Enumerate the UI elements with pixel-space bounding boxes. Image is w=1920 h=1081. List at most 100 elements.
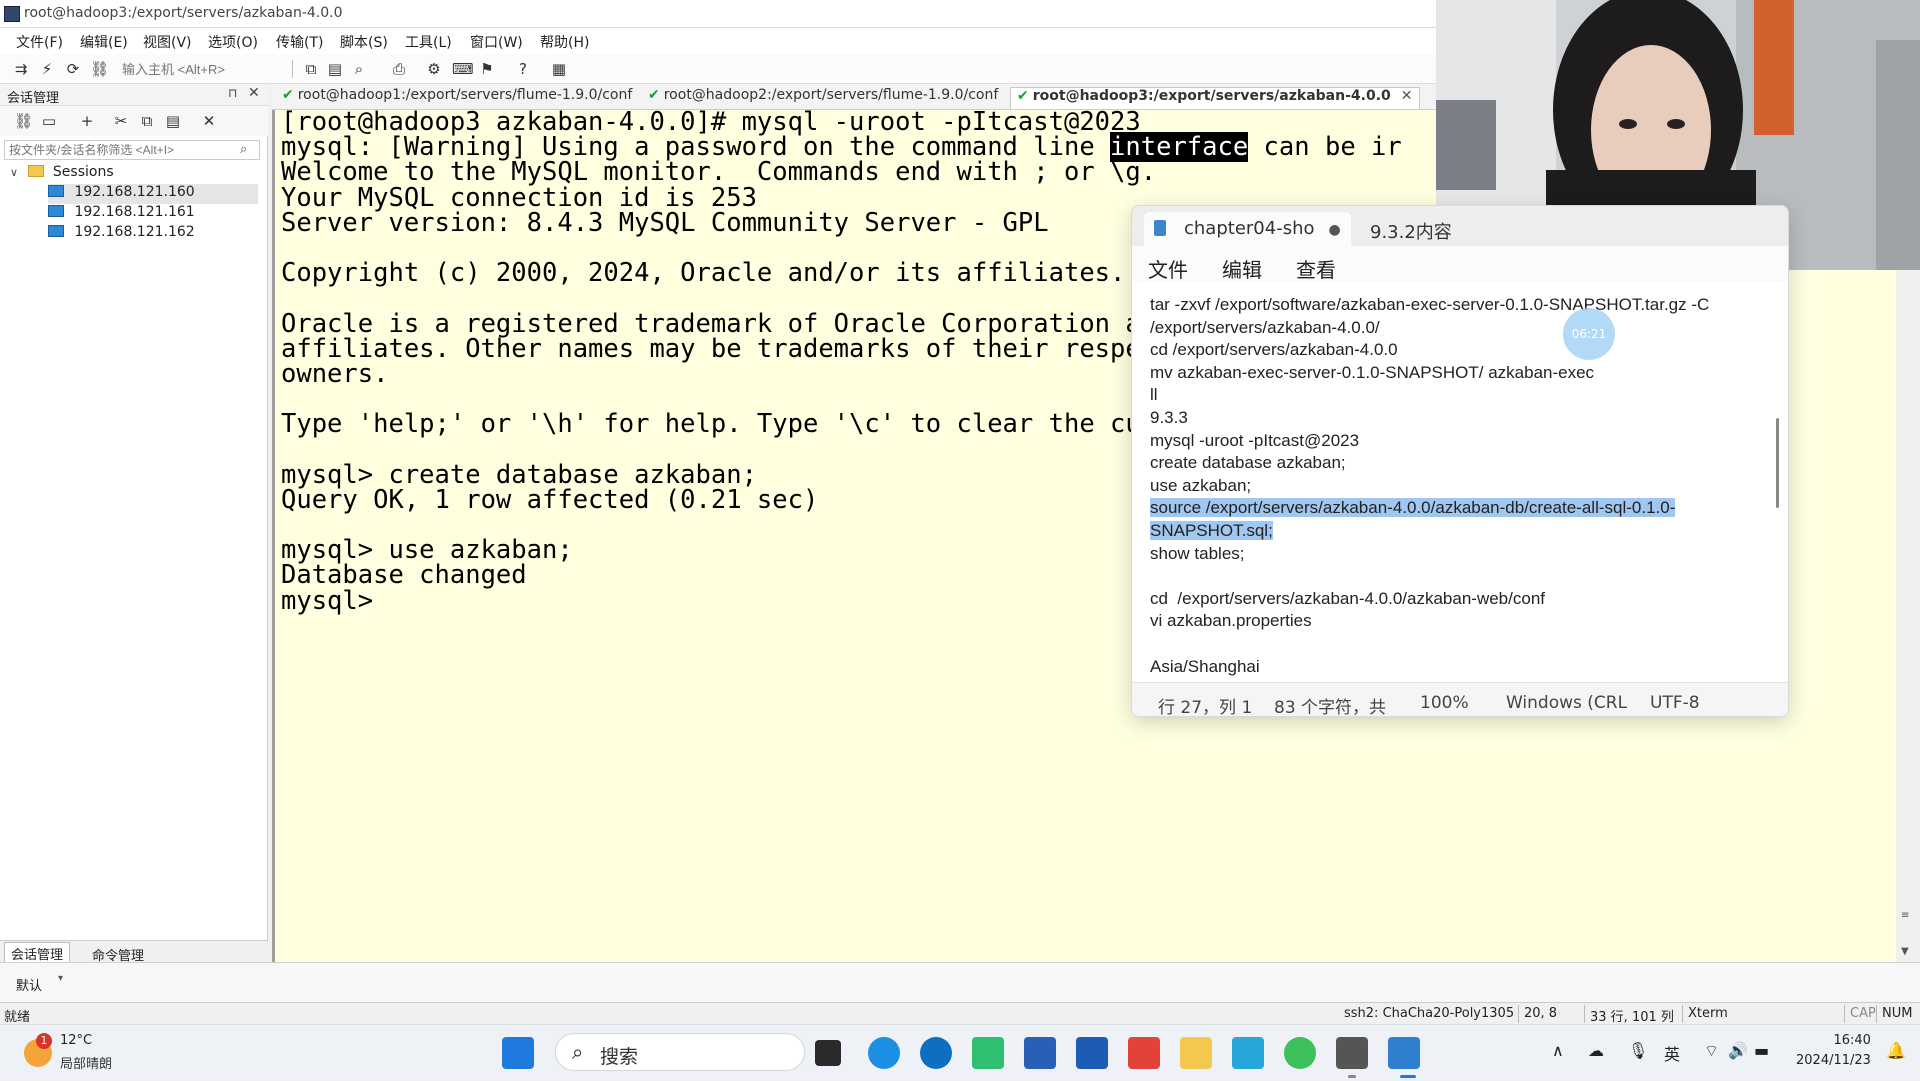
- disconnect-icon[interactable]: ⛓: [90, 60, 109, 78]
- status-divider: [1844, 1005, 1845, 1023]
- weather-description: 局部晴朗: [60, 1057, 113, 1072]
- toolbar-divider: [292, 60, 293, 78]
- keymap-icon[interactable]: ⌨: [452, 60, 474, 78]
- notepad-line: mysql -uroot -pItcast@2023: [1150, 430, 1360, 450]
- active-indicator: [1400, 1075, 1416, 1078]
- folder-icon: [28, 165, 45, 177]
- cloud-icon[interactable]: ☁: [1588, 1041, 1604, 1060]
- close-icon[interactable]: ✕: [248, 85, 260, 101]
- tray-overflow-icon[interactable]: ∧: [1552, 1041, 1564, 1060]
- securecrt-app-icon: [4, 6, 20, 22]
- reconnect-icon[interactable]: ⟳: [64, 60, 82, 78]
- print-icon[interactable]: ⎙: [390, 60, 408, 78]
- word-icon[interactable]: [1076, 1037, 1108, 1069]
- taskbar-search-box[interactable]: ⌕ 搜索: [555, 1033, 805, 1071]
- menu-file[interactable]: 文件(F): [16, 32, 63, 52]
- chevron-down-icon[interactable]: ▾: [58, 973, 63, 984]
- tab-label: root@hadoop3:/export/servers/azkaban-4.0…: [1032, 88, 1391, 104]
- add-icon[interactable]: +: [78, 112, 96, 130]
- cut-icon[interactable]: ✂: [112, 112, 130, 130]
- connect-icon[interactable]: ⇉: [12, 60, 30, 78]
- connected-check-icon: ✔: [1017, 88, 1029, 104]
- search-icon[interactable]: ⌕: [240, 142, 247, 157]
- menu-help[interactable]: 帮助(H): [540, 32, 589, 52]
- edge-dev-icon[interactable]: [920, 1037, 952, 1069]
- system-clock[interactable]: 16:40 2024/11/23: [1796, 1031, 1871, 1071]
- menu-window[interactable]: 窗口(W): [470, 32, 523, 52]
- notepad-menu-edit[interactable]: 编辑: [1222, 254, 1262, 283]
- settings-icon[interactable]: ⚙: [425, 60, 443, 78]
- tab-session-hadoop1[interactable]: ✔ root@hadoop1:/export/servers/flume-1.9.…: [276, 87, 638, 109]
- delete-icon[interactable]: ✕: [200, 112, 218, 130]
- notepad-menu-file[interactable]: 文件: [1148, 254, 1188, 283]
- windows-start-icon[interactable]: [502, 1037, 534, 1069]
- notepad-scrollbar[interactable]: [1776, 418, 1779, 508]
- volume-icon[interactable]: 🔊: [1728, 1041, 1748, 1060]
- battery-icon[interactable]: ▬: [1754, 1041, 1769, 1060]
- remote-desktop-icon[interactable]: [1232, 1037, 1264, 1069]
- tree-host[interactable]: 192.168.121.161: [48, 204, 258, 224]
- host-input[interactable]: [122, 59, 282, 79]
- notepad-editor[interactable]: tar -zxvf /export/software/azkaban-exec-…: [1132, 282, 1788, 682]
- map-icon[interactable]: ▦: [550, 60, 568, 78]
- menu-view[interactable]: 视图(V): [143, 32, 192, 52]
- cipher-status: ssh2: ChaCha20-Poly1305: [1344, 1006, 1515, 1021]
- tab-session-hadoop3[interactable]: ✔ root@hadoop3:/export/servers/azkaban-4.…: [1010, 87, 1420, 109]
- find-icon[interactable]: ⌕: [350, 60, 368, 78]
- tree-host[interactable]: 192.168.121.160: [48, 184, 258, 204]
- store-icon[interactable]: [1024, 1037, 1056, 1069]
- copy-icon[interactable]: ⧉: [138, 112, 156, 130]
- scroll-down-icon[interactable]: ▼: [1901, 946, 1909, 957]
- input-method-indicator[interactable]: 英: [1664, 1041, 1680, 1065]
- notepad-taskbar-icon[interactable]: [1388, 1037, 1420, 1069]
- computer-icon: [48, 205, 64, 217]
- window-title: root@hadoop3:/export/servers/azkaban-4.0…: [24, 5, 343, 21]
- session-filter-input[interactable]: [4, 140, 260, 160]
- paste-icon[interactable]: ▤: [164, 112, 182, 130]
- tree-label: 192.168.121.160: [74, 184, 195, 200]
- notepad-line: mv azkaban-exec-server-0.1.0-SNAPSHOT/ a…: [1150, 362, 1595, 382]
- chevron-down-icon[interactable]: ∨: [10, 166, 24, 179]
- pin-icon[interactable]: ⊓: [228, 86, 237, 100]
- chat-app-icon[interactable]: [972, 1037, 1004, 1069]
- notification-badge: 1: [36, 1033, 52, 1049]
- wifi-icon[interactable]: ⌔: [1704, 1041, 1719, 1061]
- help-icon[interactable]: ?: [514, 60, 532, 78]
- tab-session-hadoop2[interactable]: ✔ root@hadoop2:/export/servers/flume-1.9.…: [642, 87, 1004, 109]
- notepad-icon: [1154, 220, 1166, 236]
- tab-label: root@hadoop1:/export/servers/flume-1.9.0…: [297, 87, 633, 103]
- notepad-tab-chapter04[interactable]: chapter04-sho ●: [1144, 212, 1351, 246]
- session-panel-tabs: 会话管理 命令管理: [0, 940, 268, 965]
- microphone-icon[interactable]: 🎙: [1628, 1041, 1648, 1060]
- securecrt-icon[interactable]: [1336, 1037, 1368, 1069]
- default-profile-label[interactable]: 默认: [16, 975, 42, 994]
- quick-connect-icon[interactable]: ⚡: [38, 60, 56, 78]
- unsaved-dot-icon: ●: [1328, 222, 1341, 238]
- session-manager-header: 会话管理 ⊓ ✕: [0, 84, 268, 106]
- notification-bell-icon[interactable]: 🔔: [1886, 1041, 1906, 1060]
- tree-host[interactable]: 192.168.121.162: [48, 224, 258, 244]
- status-divider: [1518, 1005, 1519, 1023]
- sftp-icon[interactable]: ⚑: [478, 60, 496, 78]
- link-icon[interactable]: ⛓: [14, 112, 33, 130]
- session-manager-panel: 会话管理 ⊓ ✕ ⛓ ▭ + ✂ ⧉ ▤ ✕ ⌕ ∨ Sessions 192.…: [0, 84, 268, 965]
- menu-transfer[interactable]: 传输(T): [276, 32, 323, 52]
- menu-script[interactable]: 脚本(S): [340, 32, 388, 52]
- notepad-tab-932[interactable]: 9.3.2内容: [1360, 212, 1462, 246]
- edge-icon[interactable]: [868, 1037, 900, 1069]
- close-tab-icon[interactable]: ✕: [1401, 88, 1413, 104]
- wechat-icon[interactable]: [1284, 1037, 1316, 1069]
- task-view-icon[interactable]: [815, 1040, 841, 1066]
- paste-icon[interactable]: ▤: [326, 60, 344, 78]
- tree-sessions-folder[interactable]: ∨ Sessions: [10, 164, 260, 184]
- menu-tools[interactable]: 工具(L): [405, 32, 452, 52]
- copy-icon[interactable]: ⧉: [302, 60, 320, 78]
- menu-edit[interactable]: 编辑(E): [80, 32, 128, 52]
- notepad-window[interactable]: chapter04-sho ● 9.3.2内容 文件 编辑 查看 tar -zxv…: [1131, 205, 1789, 717]
- weather-widget[interactable]: 1 12°C 局部晴朗: [0, 1025, 140, 1081]
- file-explorer-icon[interactable]: [1180, 1037, 1212, 1069]
- window-icon[interactable]: ▭: [40, 112, 58, 130]
- notepad-menu-view[interactable]: 查看: [1296, 254, 1336, 283]
- menu-options[interactable]: 选项(O): [208, 32, 258, 52]
- wps-icon[interactable]: [1128, 1037, 1160, 1069]
